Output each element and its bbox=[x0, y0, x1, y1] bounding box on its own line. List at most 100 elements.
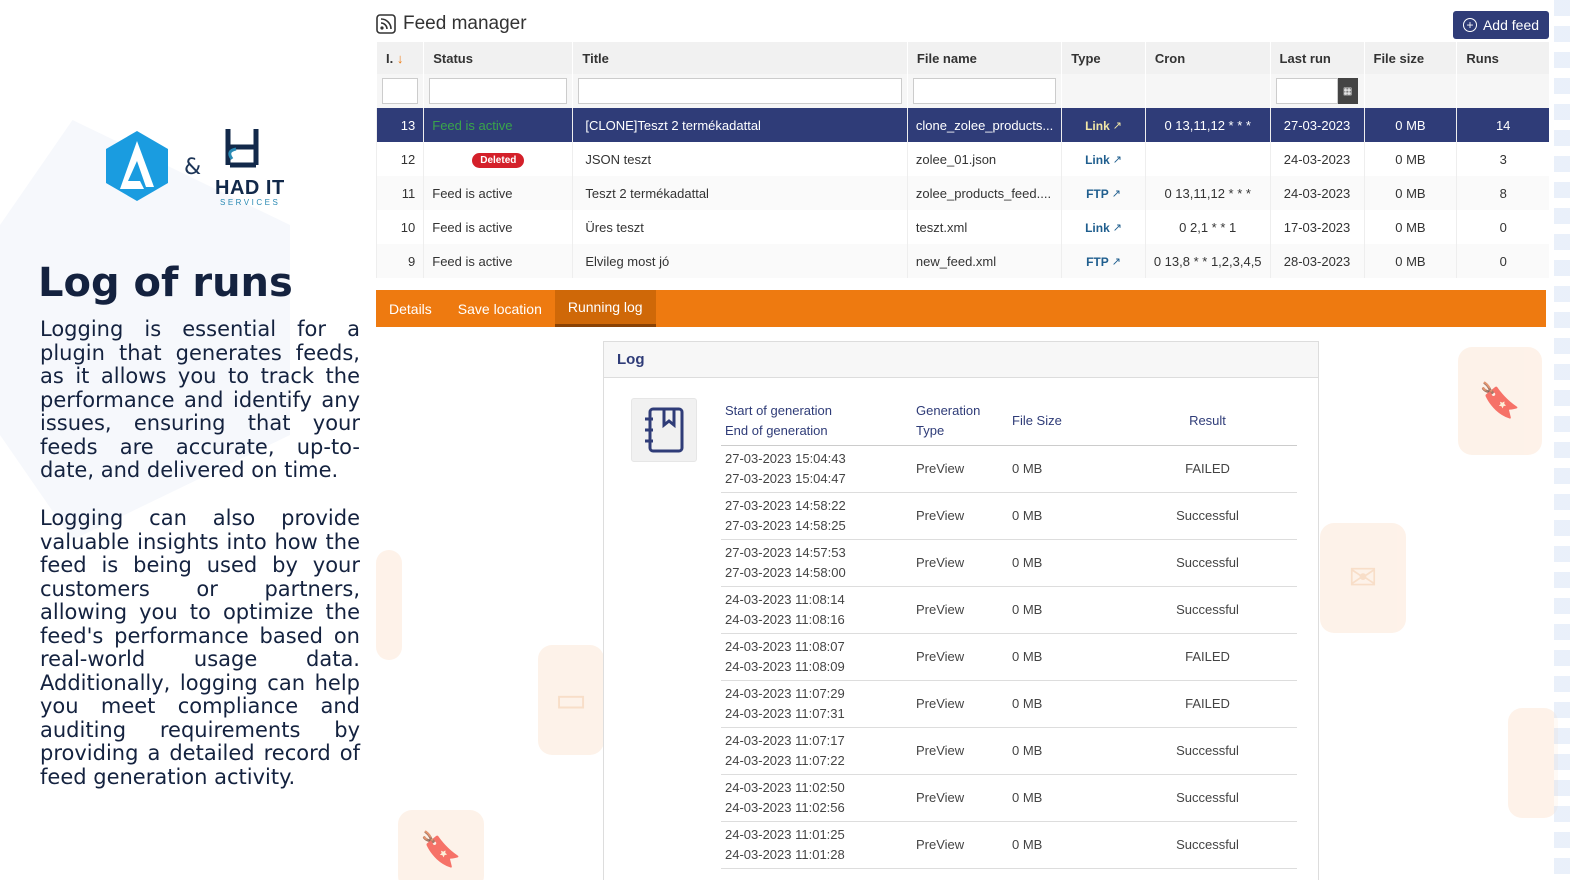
external-link-icon: ↗ bbox=[1111, 188, 1121, 200]
log-row: 24-03-2023 11:01:25 24-03-2023 11:01:28 Pr… bbox=[721, 821, 1297, 869]
type-link[interactable]: Link ↗ bbox=[1085, 119, 1122, 133]
log-start-time: 24-03-2023 11:08:07 bbox=[725, 638, 845, 654]
log-title: Log bbox=[604, 342, 1318, 378]
calendar-icon[interactable]: ▦ bbox=[1337, 78, 1358, 104]
col-end-generation: End of generation bbox=[725, 422, 828, 438]
log-end-time: 27-03-2023 14:58:25 bbox=[725, 517, 846, 533]
filter-status-input[interactable] bbox=[429, 78, 568, 104]
log-result: Successful bbox=[1118, 586, 1297, 634]
log-end-time: 24-03-2023 11:01:28 bbox=[725, 846, 845, 862]
log-row: 27-03-2023 15:04:43 27-03-2023 15:04:47 Pr… bbox=[721, 445, 1297, 493]
col-file-size[interactable]: File size bbox=[1363, 42, 1457, 74]
col-generation-type: Generation bbox=[916, 402, 981, 418]
table-row[interactable]: 13 Feed is active [CLONE]Teszt 2 terméka… bbox=[375, 108, 1549, 142]
log-result: Successful bbox=[1118, 539, 1297, 587]
col-file-name[interactable]: File name bbox=[906, 42, 1062, 74]
tab-details[interactable]: Details bbox=[376, 290, 445, 327]
col-id[interactable]: I. ↓ bbox=[375, 42, 424, 74]
col-title[interactable]: Title bbox=[572, 42, 908, 74]
log-row: 27-03-2023 14:57:53 27-03-2023 14:58:00 Pr… bbox=[721, 539, 1297, 587]
external-link-icon: ↗ bbox=[1112, 154, 1122, 166]
log-size: 0 MB bbox=[1008, 586, 1118, 634]
log-row: 24-03-2023 11:07:17 24-03-2023 11:07:22 Pr… bbox=[721, 727, 1297, 775]
col-last-run[interactable]: Last run bbox=[1269, 42, 1364, 74]
log-start-time: 27-03-2023 14:58:22 bbox=[725, 497, 846, 513]
log-start-time: 27-03-2023 15:04:43 bbox=[725, 450, 846, 466]
log-end-time: 24-03-2023 11:08:16 bbox=[725, 611, 845, 627]
log-type: PreView bbox=[912, 586, 1008, 634]
table-row[interactable]: 12 Deleted JSON teszt zolee_01.json Link… bbox=[375, 142, 1549, 176]
log-type: PreView bbox=[912, 445, 1008, 493]
log-row: 24-03-2023 11:08:14 24-03-2023 11:08:16 Pr… bbox=[721, 586, 1297, 634]
ampersand: & bbox=[184, 155, 202, 180]
feed-manager-header: Feed manager bbox=[376, 12, 527, 36]
filter-title-input[interactable] bbox=[578, 78, 902, 104]
log-start-time: 24-03-2023 11:07:17 bbox=[725, 732, 845, 748]
log-size: 0 MB bbox=[1008, 680, 1118, 728]
col-start-generation: Start of generation bbox=[725, 402, 832, 418]
log-table-header: Start of generation End of generation Gen… bbox=[721, 397, 1297, 446]
log-table: Start of generation End of generation Gen… bbox=[721, 397, 1297, 869]
log-size: 0 MB bbox=[1008, 821, 1118, 869]
log-row: 24-03-2023 11:08:07 24-03-2023 11:08:09 Pr… bbox=[721, 633, 1297, 681]
feed-table-header: I. ↓ Status Title File name Type Cron La… bbox=[375, 42, 1549, 74]
log-result: FAILED bbox=[1118, 633, 1297, 681]
type-link[interactable]: Link ↗ bbox=[1085, 221, 1122, 235]
col-cron[interactable]: Cron bbox=[1144, 42, 1271, 74]
external-link-icon: ↗ bbox=[1112, 222, 1122, 234]
log-start-time: 24-03-2023 11:08:14 bbox=[725, 591, 845, 607]
page-title: Log of runs bbox=[38, 260, 293, 306]
log-end-time: 27-03-2023 14:58:00 bbox=[725, 564, 846, 580]
rss-icon bbox=[376, 14, 396, 34]
add-feed-label: Add feed bbox=[1482, 17, 1540, 33]
log-size: 0 MB bbox=[1008, 727, 1118, 775]
log-size: 0 MB bbox=[1008, 492, 1118, 540]
log-size: 0 MB bbox=[1008, 633, 1118, 681]
table-row[interactable]: 11 Feed is active Teszt 2 termékadattal … bbox=[375, 176, 1549, 210]
background-chat-icon bbox=[1508, 708, 1558, 818]
log-panel: Log Start of generation End of generation… bbox=[603, 341, 1319, 880]
a-logo-icon bbox=[106, 131, 168, 201]
tab-save-location[interactable]: Save location bbox=[445, 290, 555, 327]
filter-row: ▦ bbox=[375, 74, 1549, 108]
table-row[interactable]: 10 Feed is active Üres teszt teszt.xml L… bbox=[375, 210, 1549, 244]
sort-arrow-icon: ↓ bbox=[396, 50, 404, 66]
deleted-badge: Deleted bbox=[472, 152, 525, 168]
partner-logos: & HAD IT SERVICES bbox=[100, 125, 290, 210]
log-start-time: 24-03-2023 11:01:25 bbox=[725, 826, 845, 842]
log-result: FAILED bbox=[1118, 680, 1297, 728]
background-mail-icon: ✉ bbox=[1320, 523, 1406, 633]
col-runs[interactable]: Runs bbox=[1456, 42, 1549, 74]
type-link[interactable]: FTP ↗ bbox=[1086, 187, 1121, 201]
brand-name: HAD IT bbox=[215, 177, 285, 199]
logbook-icon bbox=[631, 398, 697, 462]
log-result: Successful bbox=[1118, 727, 1297, 775]
log-result: Successful bbox=[1118, 774, 1297, 822]
feed-table: I. ↓ Status Title File name Type Cron La… bbox=[375, 42, 1549, 278]
log-type: PreView bbox=[912, 492, 1008, 540]
plus-circle-icon: + bbox=[1462, 18, 1477, 32]
log-result: Successful bbox=[1118, 492, 1297, 540]
filter-last-run-input[interactable] bbox=[1275, 78, 1338, 104]
filter-file-name-input[interactable] bbox=[912, 78, 1057, 104]
log-result: Successful bbox=[1118, 821, 1297, 869]
tab-running-log[interactable]: Running log bbox=[554, 290, 656, 327]
table-row[interactable]: 9 Feed is active Elvileg most jó new_fee… bbox=[375, 244, 1549, 278]
log-start-time: 27-03-2023 14:57:53 bbox=[725, 544, 846, 560]
col-type[interactable]: Type bbox=[1061, 42, 1146, 74]
log-end-time: 27-03-2023 15:04:47 bbox=[725, 470, 846, 486]
log-type: PreView bbox=[912, 539, 1008, 587]
log-row: 24-03-2023 11:07:29 24-03-2023 11:07:31 Pr… bbox=[721, 680, 1297, 728]
log-type: PreView bbox=[912, 680, 1008, 728]
feed-manager-title: Feed manager bbox=[403, 13, 527, 34]
external-link-icon: ↗ bbox=[1111, 256, 1121, 268]
log-type: PreView bbox=[912, 727, 1008, 775]
col-status[interactable]: Status bbox=[423, 42, 573, 74]
type-link[interactable]: Link ↗ bbox=[1085, 153, 1122, 167]
filter-id-input[interactable] bbox=[382, 78, 419, 104]
log-type: PreView bbox=[912, 774, 1008, 822]
add-feed-button[interactable]: + Add feed bbox=[1453, 11, 1549, 39]
log-end-time: 24-03-2023 11:07:31 bbox=[725, 705, 845, 721]
background-briefcase-icon: ▭ bbox=[538, 645, 604, 755]
type-link[interactable]: FTP ↗ bbox=[1086, 255, 1121, 269]
